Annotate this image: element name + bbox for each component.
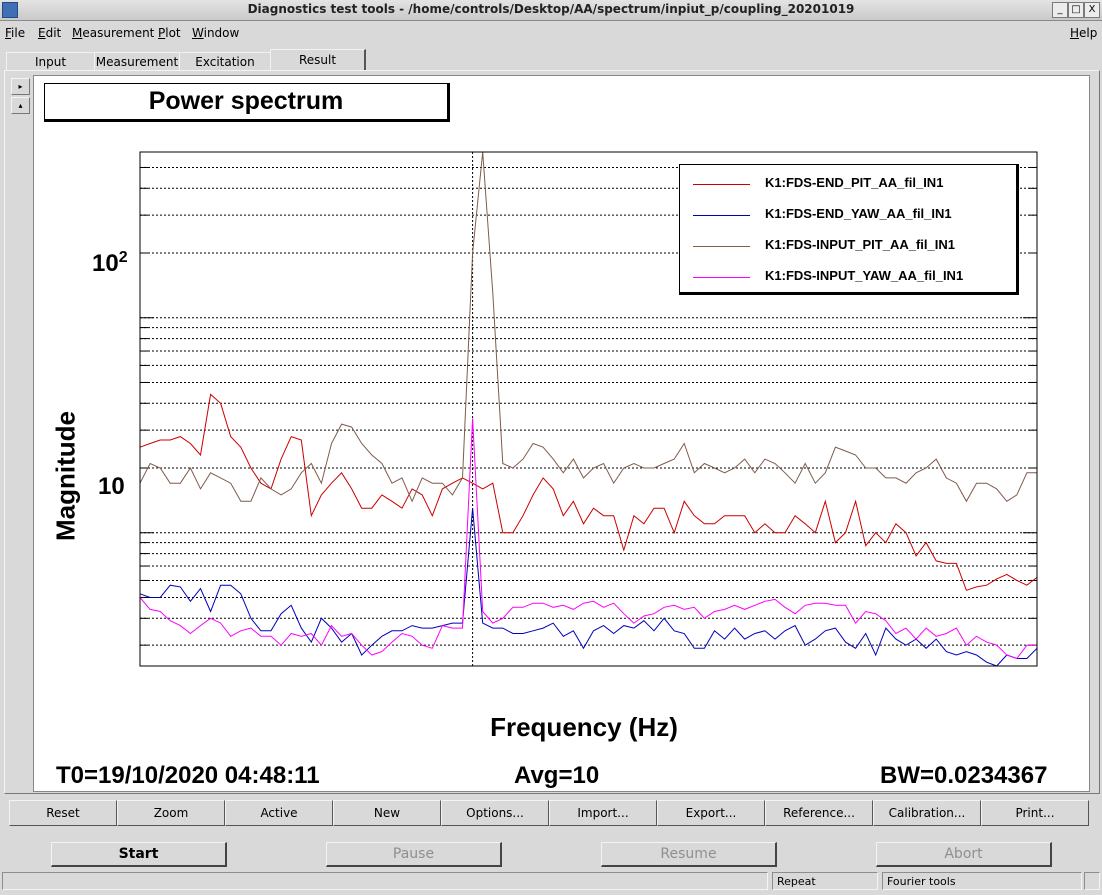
series-line-1 [139,393,1038,591]
menu-plot[interactable]: Plot [158,26,181,40]
window-titlebar: Diagnostics test tools - /home/controls/… [0,0,1102,21]
menu-measurement[interactable]: Measurement [72,26,154,40]
import-button[interactable]: Import... [549,800,657,826]
series-line-4 [139,418,1037,660]
y-tick-label-100: 102 [92,249,128,278]
new-button[interactable]: New [333,800,441,826]
calibration-button[interactable]: Calibration... [873,800,981,826]
status-message [2,872,768,890]
resume-button[interactable]: Resume [601,842,777,867]
reference-button[interactable]: Reference... [765,800,873,826]
active-button[interactable]: Active [225,800,333,826]
bw-readout: BW=0.0234367 [880,762,1048,789]
legend-swatch [693,277,750,278]
reset-button[interactable]: Reset [9,800,117,826]
tab-excitation[interactable]: Excitation [179,52,271,71]
y-tick-label-10: 10 [98,473,125,501]
menu-edit[interactable]: Edit [38,26,61,40]
legend-swatch [693,215,750,216]
zoom-button[interactable]: Zoom [117,800,225,826]
status-bar: Repeat Fourier tools [0,872,1102,895]
options-button[interactable]: Options... [441,800,549,826]
menu-window[interactable]: Window [192,26,239,40]
legend-entry: K1:FDS-INPUT_PIT_AA_fil_IN1 [680,231,1016,259]
window-title: Diagnostics test tools - /home/controls/… [247,2,855,16]
chart-legend[interactable]: K1:FDS-END_PIT_AA_fil_IN1 K1:FDS-END_YAW… [679,164,1019,295]
tab-input[interactable]: Input [6,52,95,71]
y-axis-label: Magnitude [50,411,81,541]
series-line-2 [139,508,1038,667]
legend-label: K1:FDS-INPUT_YAW_AA_fil_IN1 [765,268,964,283]
plot-canvas[interactable]: Power spectrum 102 10 Magnitude Frequenc… [33,75,1090,792]
export-button[interactable]: Export... [657,800,765,826]
legend-label: K1:FDS-INPUT_PIT_AA_fil_IN1 [765,237,955,252]
x-axis-label: Frequency (Hz) [490,712,678,742]
plot-title-box: Power spectrum [44,83,450,122]
menu-file[interactable]: File [5,26,25,40]
resize-grip-icon[interactable] [1084,872,1100,890]
legend-label: K1:FDS-END_YAW_AA_fil_IN1 [765,206,952,221]
legend-swatch [693,246,750,247]
status-repeat: Repeat [772,872,878,890]
tab-bar: Input Measurement Excitation Result [0,49,1102,71]
legend-entry: K1:FDS-INPUT_YAW_AA_fil_IN1 [680,262,1016,290]
expand-up-icon[interactable]: ▴ [11,97,30,114]
status-fourier-tools: Fourier tools [882,872,1082,890]
menu-bar: File Edit Measurement Plot Window Help [0,22,1102,44]
legend-entry: K1:FDS-END_YAW_AA_fil_IN1 [680,200,1016,228]
abort-button[interactable]: Abort [876,842,1052,867]
menu-help[interactable]: Help [1070,26,1097,40]
maximize-icon[interactable]: □ [1068,2,1084,18]
tab-result[interactable]: Result [270,49,366,71]
y-tick-base: 10 [92,250,119,277]
tab-measurement[interactable]: Measurement [94,52,180,71]
y-tick-base: 10 [98,473,125,500]
expand-right-icon[interactable]: ▸ [11,78,30,95]
y-tick-exponent: 2 [118,249,128,266]
pause-button[interactable]: Pause [326,842,502,867]
plot-title: Power spectrum [148,87,344,115]
start-button[interactable]: Start [51,842,227,867]
t0-readout: T0=19/10/2020 04:48:11 [56,762,320,789]
minimize-icon[interactable]: _ [1052,2,1068,18]
plot-toolbar: Reset Zoom Active New Options... Import.… [9,800,1091,826]
legend-label: K1:FDS-END_PIT_AA_fil_IN1 [765,175,944,190]
close-icon[interactable]: X [1084,2,1100,18]
legend-entry: K1:FDS-END_PIT_AA_fil_IN1 [680,169,1016,197]
avg-readout: Avg=10 [514,762,600,789]
legend-swatch [693,184,750,185]
print-button[interactable]: Print... [981,800,1089,826]
